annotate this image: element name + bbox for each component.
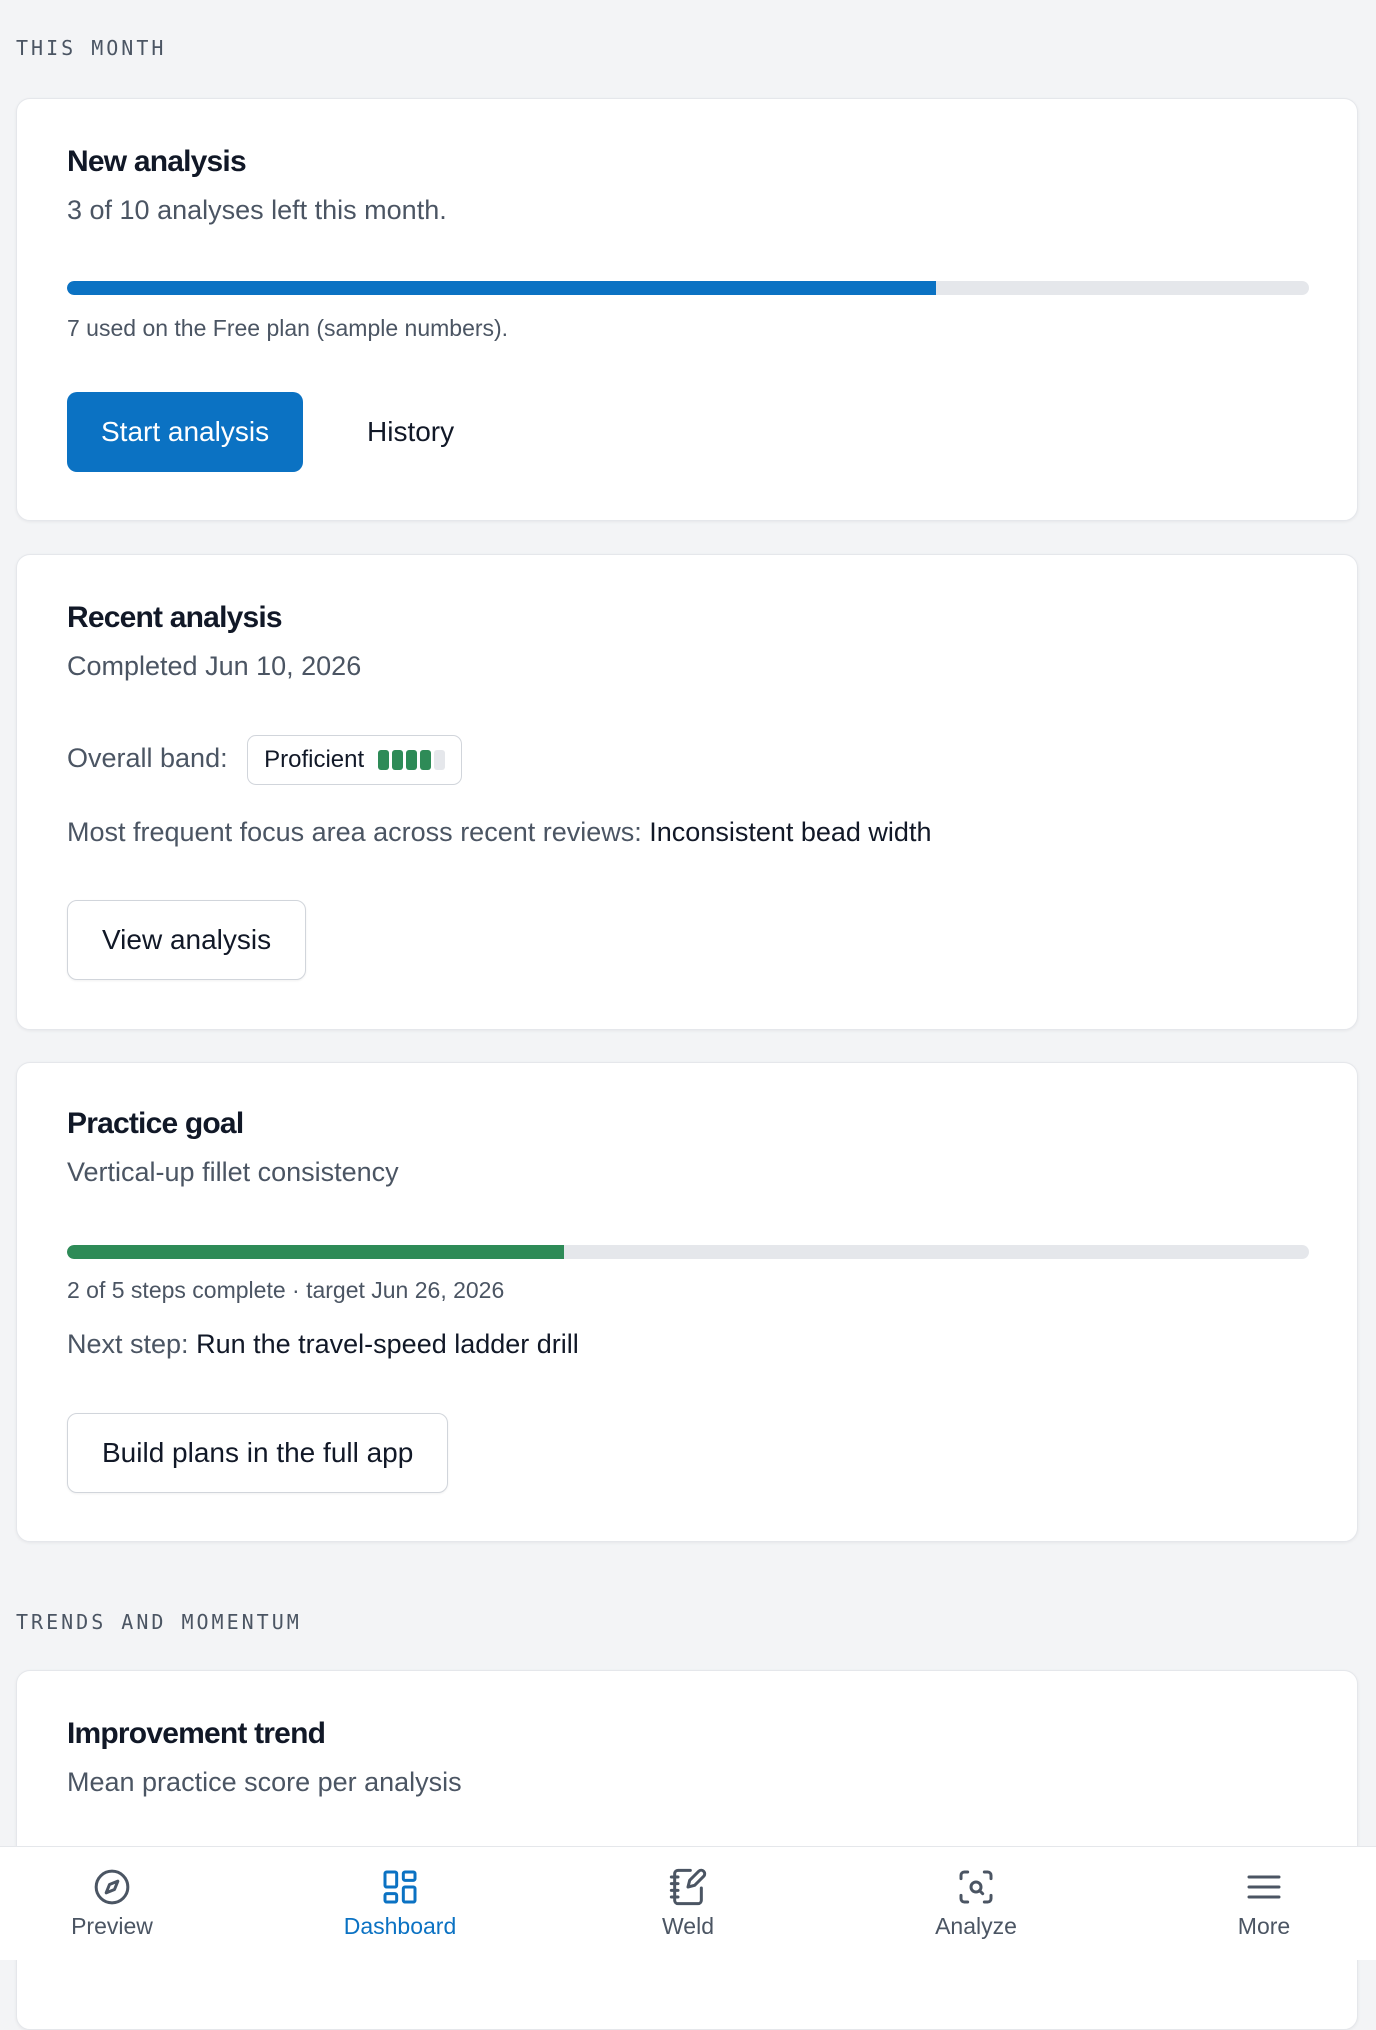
card-subtitle: Mean practice score per analysis	[67, 1767, 462, 1797]
band-value: Proficient	[264, 746, 365, 773]
band-pip-filled	[420, 750, 432, 770]
card-title: Improvement trend	[67, 1717, 326, 1750]
band-level-indicator	[378, 750, 446, 770]
card-title: Practice goal	[67, 1107, 244, 1140]
card-title: New analysis	[67, 145, 247, 178]
next-step-value: Run the travel-speed ladder drill	[196, 1329, 579, 1359]
nav-item-more[interactable]: More	[1164, 1847, 1364, 1961]
focus-area-row: Most frequent focus area across recent r…	[67, 817, 931, 848]
section-label-this-month: THIS MONTH	[16, 36, 167, 60]
scan-search-icon	[959, 1870, 993, 1904]
nav-item-preview[interactable]: Preview	[12, 1847, 212, 1961]
goal-progress-bar	[67, 1245, 1309, 1259]
focus-label: Most frequent focus area across recent r…	[67, 817, 642, 847]
practice-goal-card: Practice goal Vertical-up fillet consist…	[16, 1062, 1358, 1542]
band-pip-filled	[378, 750, 390, 770]
notebook-pen-icon	[669, 1868, 707, 1906]
card-subtitle: 3 of 10 analyses left this month.	[67, 195, 447, 225]
build-plans-button[interactable]: Build plans in the full app	[67, 1413, 449, 1493]
band-badge: Proficient	[247, 735, 463, 785]
start-analysis-button[interactable]: Start analysis	[67, 392, 304, 472]
usage-note: 7 used on the Free plan (sample numbers)…	[67, 315, 509, 341]
band-pip-filled	[406, 750, 418, 770]
view-analysis-button[interactable]: View analysis	[67, 900, 307, 980]
focus-value: Inconsistent bead width	[649, 817, 932, 847]
usage-progress-bar	[67, 281, 1309, 295]
grid-icon	[383, 1870, 417, 1904]
card-title: Recent analysis	[67, 601, 283, 634]
card-subtitle: Vertical-up fillet consistency	[67, 1157, 399, 1187]
menu-icon	[1247, 1875, 1281, 1899]
nav-label: Analyze	[935, 1913, 1017, 1939]
overall-band-label: Overall band:	[67, 743, 228, 774]
next-step-row: Next step: Run the travel-speed ladder d…	[67, 1329, 579, 1360]
band-pip-empty	[434, 750, 446, 770]
section-label-trends: TRENDS AND MOMENTUM	[16, 1610, 302, 1634]
compass-icon	[94, 1869, 130, 1905]
nav-item-weld[interactable]: Weld	[588, 1847, 788, 1961]
history-button[interactable]: History	[367, 392, 454, 472]
usage-progress-fill	[67, 281, 937, 295]
goal-progress-fill	[67, 1245, 564, 1259]
new-analysis-card: New analysis 3 of 10 analyses left this …	[16, 98, 1358, 521]
bottom-navigation: Preview Dashboard Weld Analyze More	[0, 1846, 1376, 1960]
nav-label: Weld	[662, 1913, 714, 1939]
goal-progress-note: 2 of 5 steps complete · target Jun 26, 2…	[67, 1277, 505, 1303]
nav-item-analyze[interactable]: Analyze	[876, 1847, 1076, 1961]
nav-label: Dashboard	[343, 1913, 457, 1939]
recent-analysis-card: Recent analysis Completed Jun 10, 2026 O…	[16, 554, 1358, 1030]
nav-label: More	[1237, 1913, 1291, 1939]
band-pip-filled	[392, 750, 404, 770]
card-subtitle: Completed Jun 10, 2026	[67, 651, 362, 681]
next-step-label: Next step:	[67, 1329, 189, 1359]
nav-label: Preview	[71, 1913, 153, 1939]
nav-item-dashboard[interactable]: Dashboard	[300, 1847, 500, 1961]
overall-band-row: Overall band: Proficient	[67, 735, 463, 785]
